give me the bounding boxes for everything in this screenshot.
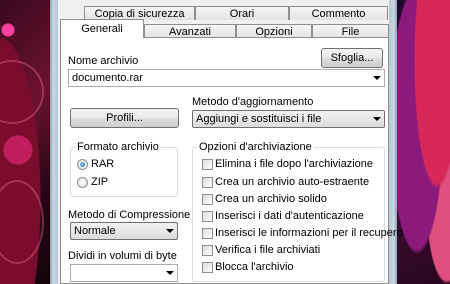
window-frame-right <box>389 0 397 284</box>
tab-commento[interactable]: Commento <box>289 6 388 20</box>
update-method-label: Metodo d'aggiornamento <box>192 96 314 108</box>
create-solid-checkbox[interactable] <box>202 194 213 205</box>
tab-copia-di-sicurezza[interactable]: Copia di sicurezza <box>84 6 195 20</box>
zip-radio-label: ZIP <box>91 176 109 188</box>
test-archived-files-label: Verifica i file archiviati <box>215 244 321 256</box>
lock-archive-checkbox[interactable] <box>202 262 213 273</box>
archive-format-title: Formato archivio <box>75 141 161 153</box>
update-method-select[interactable]: Aggiungi e sostituisci i file <box>192 110 385 128</box>
add-recovery-record-checkbox[interactable] <box>202 228 213 239</box>
general-tab-panel: Nome archivio Sfoglia... documento.rar P… <box>60 37 403 284</box>
desktop-wallpaper-left <box>0 0 50 284</box>
create-sfx-label: Crea un archivio auto-estraente <box>215 176 370 188</box>
profiles-button[interactable]: Profili... <box>70 108 179 128</box>
lock-archive-label: Blocca l'archivio <box>215 261 294 273</box>
archive-name-value: documento.rar <box>72 72 143 84</box>
add-authenticity-checkbox[interactable] <box>202 211 213 222</box>
create-sfx-checkbox[interactable] <box>202 177 213 188</box>
browse-button[interactable]: Sfoglia... <box>321 48 383 68</box>
split-volumes-label: Dividi in volumi di byte <box>68 250 177 262</box>
archive-format-group <box>70 147 178 197</box>
wallpaper-swirl <box>0 180 44 264</box>
add-authenticity-label: Inserisci i dati d'autenticazione <box>215 210 364 222</box>
tab-opzioni[interactable]: Opzioni <box>236 24 312 38</box>
compression-value: Normale <box>74 225 116 237</box>
desktop-wallpaper-right <box>397 0 450 284</box>
chevron-down-icon[interactable] <box>373 117 381 121</box>
rar-radio[interactable] <box>77 159 88 170</box>
zip-radio[interactable] <box>77 177 88 188</box>
update-method-value: Aggiungi e sostituisci i file <box>196 113 322 125</box>
chevron-down-icon[interactable] <box>373 76 381 80</box>
add-recovery-record-label: Inserisci le informazioni per il recuper… <box>215 227 403 239</box>
test-archived-files-checkbox[interactable] <box>202 245 213 256</box>
split-volumes-combobox[interactable] <box>70 264 178 282</box>
rar-radio-label: RAR <box>91 158 115 170</box>
chevron-down-icon[interactable] <box>166 271 174 275</box>
wallpaper-swirl <box>0 60 44 124</box>
window-frame-left <box>50 0 58 284</box>
tab-avanzati[interactable]: Avanzati <box>144 24 236 38</box>
tab-generali[interactable]: Generali <box>60 19 144 38</box>
delete-after-archiving-label: Elimina i file dopo l'archiviazione <box>215 158 374 170</box>
tab-file[interactable]: File <box>312 24 389 38</box>
create-solid-label: Crea un archivio solido <box>215 193 327 205</box>
compression-select[interactable]: Normale <box>70 222 178 240</box>
archive-options-title: Opzioni d'archiviazione <box>197 141 314 153</box>
delete-after-archiving-checkbox[interactable] <box>202 159 213 170</box>
archive-name-label: Nome archivio <box>68 55 139 67</box>
tab-orari[interactable]: Orari <box>195 6 289 20</box>
compression-label: Metodo di Compressione <box>68 209 191 221</box>
archive-name-combobox[interactable]: documento.rar <box>68 69 385 87</box>
chevron-down-icon[interactable] <box>166 229 174 233</box>
